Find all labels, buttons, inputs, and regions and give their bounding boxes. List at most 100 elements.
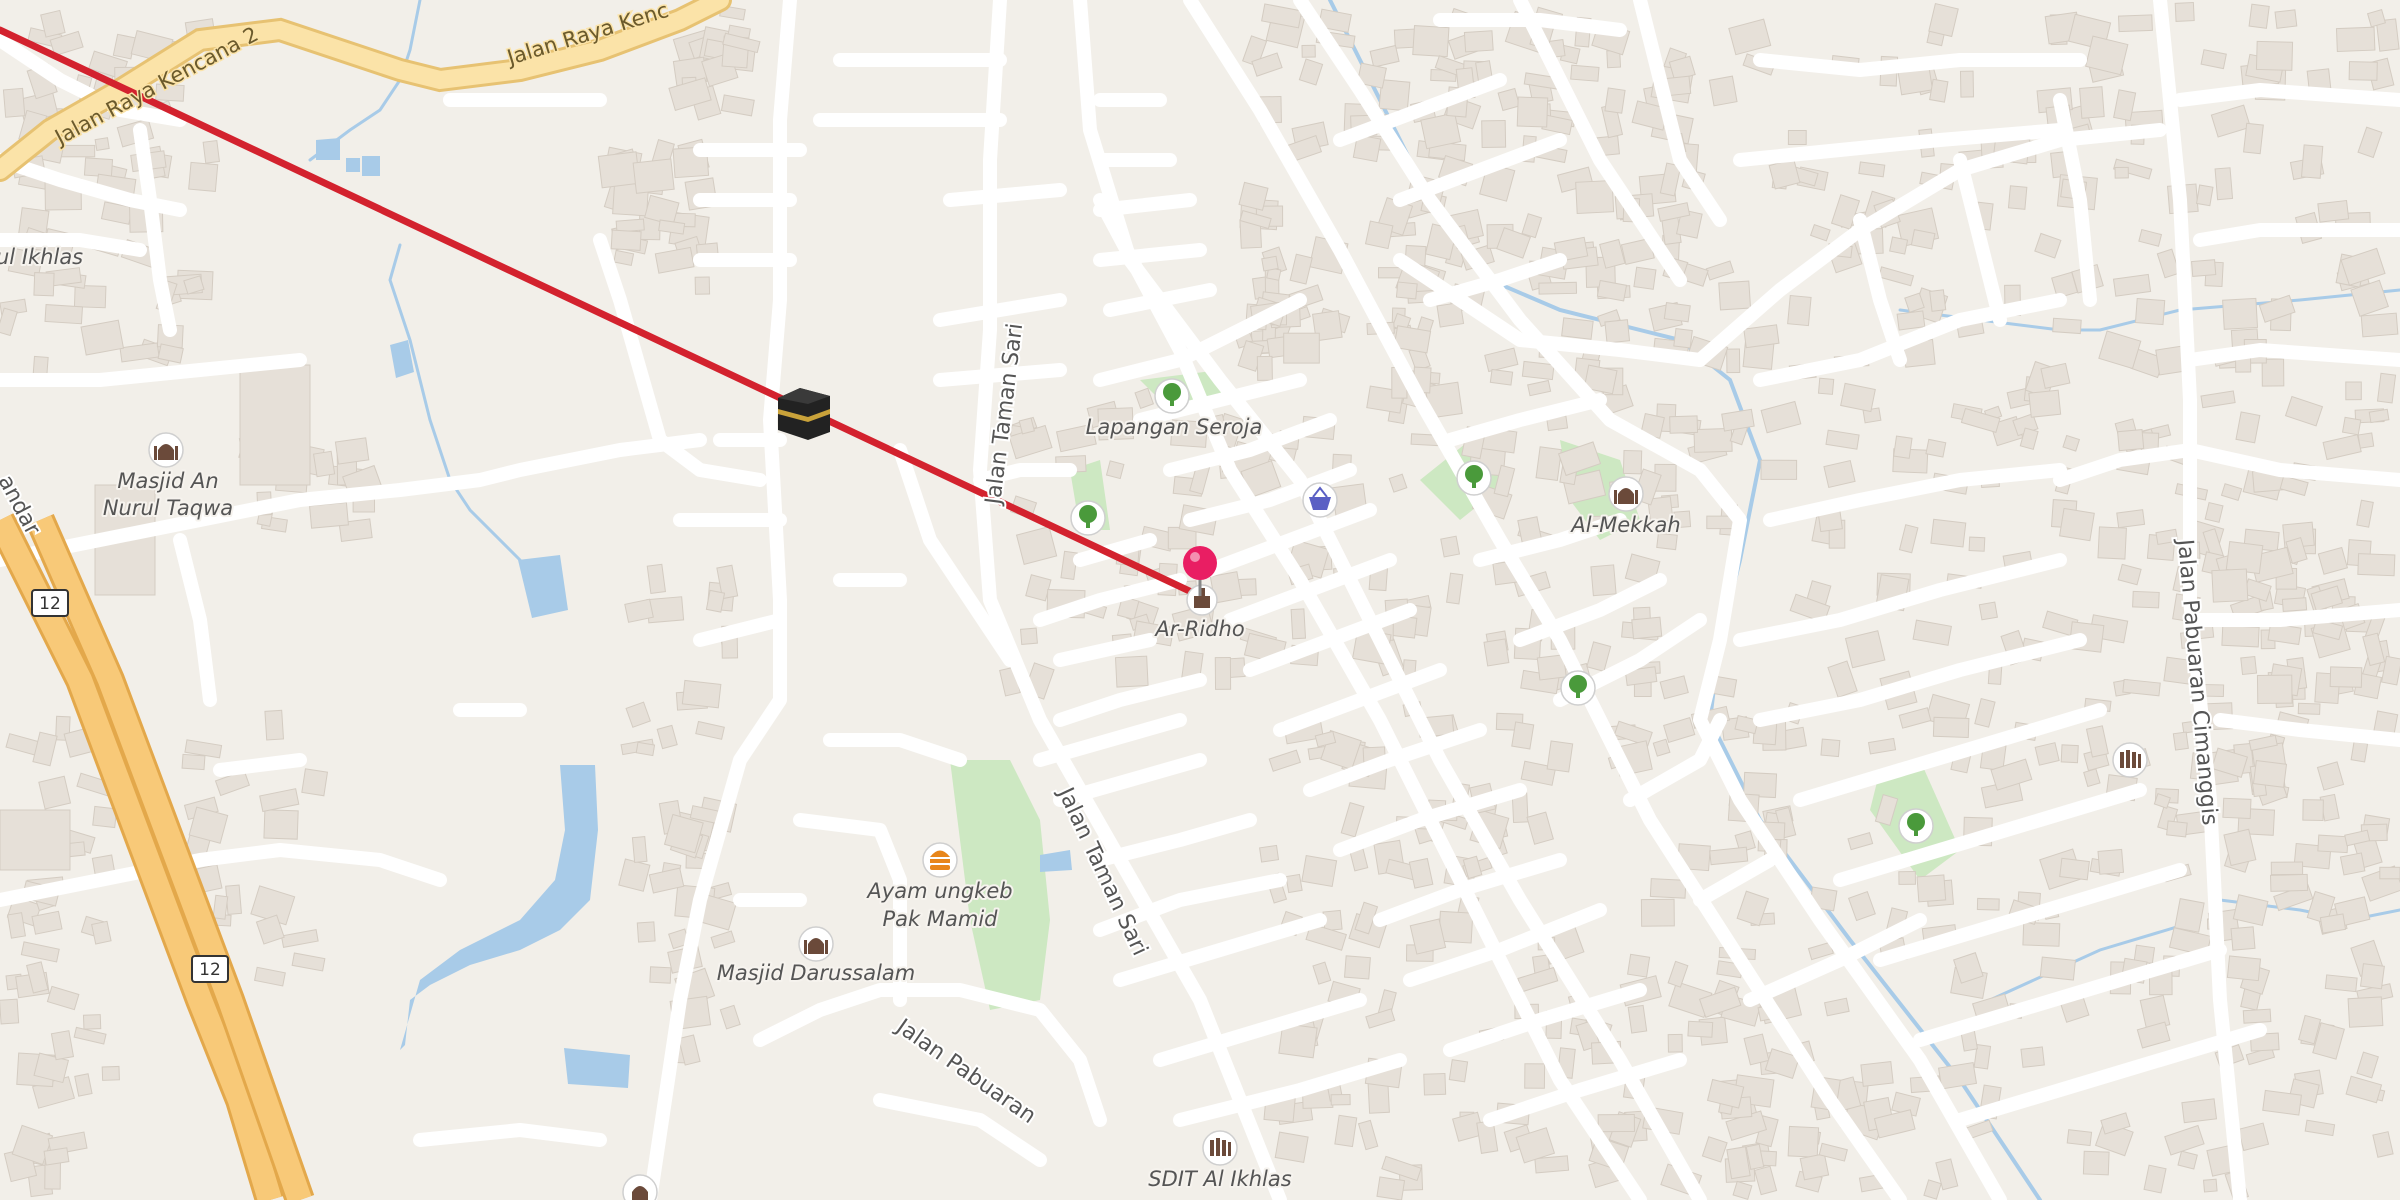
building-footprint bbox=[2302, 799, 2324, 821]
tree-icon[interactable] bbox=[1898, 808, 1934, 844]
building-footprint bbox=[212, 894, 229, 920]
building-footprint bbox=[2329, 666, 2363, 688]
building-footprint bbox=[2341, 416, 2362, 436]
building-footprint bbox=[1274, 1131, 1309, 1163]
building-footprint bbox=[1524, 1063, 1546, 1089]
building-footprint bbox=[1256, 355, 1273, 381]
building-footprint bbox=[1622, 449, 1643, 475]
building-footprint bbox=[1893, 435, 1913, 459]
building-footprint bbox=[1930, 518, 1967, 548]
building-footprint bbox=[73, 284, 107, 309]
building-footprint bbox=[1633, 266, 1657, 290]
building-footprint bbox=[1743, 324, 1780, 349]
building-footprint bbox=[1378, 79, 1411, 112]
building-footprint bbox=[1018, 417, 1035, 435]
building-footprint bbox=[2117, 428, 2145, 452]
school-icon[interactable] bbox=[2112, 742, 2148, 778]
building-footprint bbox=[1535, 446, 1563, 482]
building-footprint bbox=[82, 1014, 102, 1030]
building-footprint bbox=[94, 137, 110, 151]
building-footprint bbox=[101, 1065, 120, 1081]
building-footprint bbox=[2114, 166, 2129, 179]
building-footprint bbox=[225, 884, 242, 915]
building-footprint bbox=[1376, 1176, 1406, 1200]
poi-label: Ar-Ridho bbox=[1153, 617, 1244, 641]
tree-icon[interactable] bbox=[1560, 670, 1596, 706]
building-footprint bbox=[646, 596, 685, 624]
building-footprint bbox=[2230, 926, 2256, 951]
route-shield: 12 bbox=[191, 955, 229, 983]
kaaba-icon[interactable] bbox=[778, 388, 830, 440]
building-footprint bbox=[1343, 955, 1371, 980]
building-footprint bbox=[2117, 14, 2153, 33]
building-footprint bbox=[1604, 87, 1626, 114]
building-footprint bbox=[32, 355, 49, 377]
tree-icon[interactable] bbox=[1456, 460, 1492, 496]
building-footprint bbox=[1290, 608, 1307, 640]
building-footprint bbox=[635, 741, 656, 757]
building-footprint bbox=[1978, 601, 1998, 621]
building-footprint bbox=[2181, 1098, 2218, 1124]
building-footprint bbox=[38, 775, 72, 810]
building-footprint bbox=[1538, 281, 1578, 295]
building-footprint bbox=[1687, 1020, 1714, 1038]
poi-ul-ikhlas[interactable]: ul Ikhlas bbox=[0, 243, 85, 271]
building-footprint bbox=[631, 836, 648, 863]
building-footprint bbox=[2007, 185, 2028, 210]
building-footprint bbox=[2357, 432, 2375, 449]
building-footprint bbox=[2379, 866, 2400, 880]
building-footprint bbox=[636, 921, 656, 943]
building-footprint bbox=[1597, 1113, 1635, 1133]
shopping-basket-icon[interactable] bbox=[1302, 482, 1338, 518]
building-footprint bbox=[1259, 844, 1280, 863]
building-footprint bbox=[1976, 897, 2000, 911]
building-footprint bbox=[610, 229, 642, 251]
building-footprint bbox=[1627, 953, 1651, 978]
building-footprint bbox=[1481, 119, 1507, 149]
building-footprint bbox=[2300, 144, 2324, 179]
building-footprint bbox=[1214, 657, 1232, 690]
building-footprint bbox=[2214, 167, 2234, 201]
building-footprint bbox=[1916, 874, 1947, 903]
building-footprint bbox=[1667, 1033, 1683, 1053]
map-canvas[interactable]: 12 12 Jalan Raya Kencana 2 Jalan Raya Ke… bbox=[0, 0, 2400, 1200]
building-footprint bbox=[1817, 377, 1835, 395]
building-footprint bbox=[1561, 317, 1594, 340]
building-footprint bbox=[1896, 310, 1926, 331]
building-footprint bbox=[2132, 590, 2160, 609]
building-footprint bbox=[1787, 1125, 1820, 1158]
building-footprint bbox=[1760, 459, 1798, 480]
building-footprint bbox=[202, 139, 221, 164]
building-footprint bbox=[33, 272, 55, 297]
building-footprint bbox=[2028, 389, 2062, 418]
building-footprint bbox=[2202, 1178, 2218, 1193]
building-footprint bbox=[2039, 956, 2076, 981]
building-footprint bbox=[649, 966, 672, 984]
building-footprint bbox=[1412, 25, 1450, 58]
building-footprint bbox=[2020, 1046, 2045, 1068]
building-footprint bbox=[1604, 319, 1631, 344]
building-footprint bbox=[2297, 702, 2321, 715]
building-footprint bbox=[2248, 3, 2270, 29]
building-footprint bbox=[2221, 625, 2260, 648]
building-footprint bbox=[43, 1147, 70, 1166]
tree-icon[interactable] bbox=[1070, 500, 1106, 536]
building-footprint bbox=[2359, 963, 2385, 990]
building-footprint bbox=[2174, 1, 2195, 22]
building-footprint bbox=[2082, 1150, 2110, 1176]
building-footprint bbox=[112, 33, 136, 60]
building-footprint bbox=[1959, 70, 1975, 98]
building-footprint bbox=[1511, 721, 1535, 750]
poi-label: Al-Mekkah bbox=[1569, 513, 1680, 537]
building-footprint bbox=[2060, 744, 2079, 764]
building-footprint bbox=[1570, 64, 1600, 82]
building-footprint bbox=[1673, 327, 1693, 349]
building-footprint bbox=[2317, 199, 2350, 223]
building-footprint bbox=[1301, 44, 1316, 58]
building-footprint bbox=[1285, 873, 1303, 894]
building-footprint bbox=[2059, 507, 2095, 542]
building-footprint bbox=[2256, 674, 2293, 705]
building-footprint bbox=[1910, 229, 1936, 250]
building-footprint bbox=[1669, 415, 1699, 434]
building-footprint bbox=[1448, 1059, 1469, 1083]
